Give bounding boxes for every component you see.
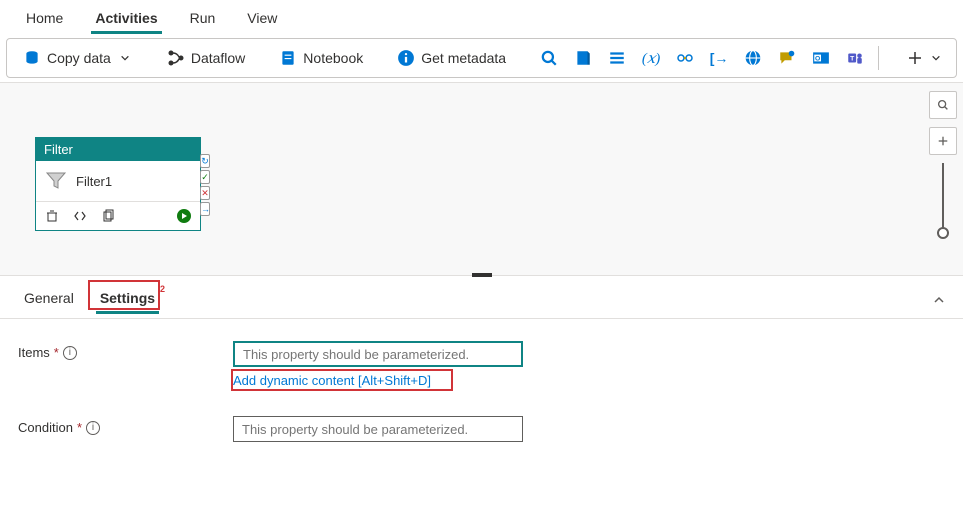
lookup-button[interactable] xyxy=(532,45,566,71)
function-icon xyxy=(676,49,694,67)
collapse-panel-button[interactable] xyxy=(931,292,947,308)
required-asterisk: * xyxy=(54,345,59,360)
required-asterisk: * xyxy=(77,420,82,435)
tab-activities[interactable]: Activities xyxy=(81,4,171,32)
dataflow-icon xyxy=(167,49,185,67)
get-metadata-button[interactable]: Get metadata xyxy=(389,45,514,71)
port-skip[interactable]: → xyxy=(200,202,210,216)
add-dynamic-content-link[interactable]: Add dynamic content [Alt+Shift+D] xyxy=(233,373,523,388)
bracket-icon: [→ xyxy=(710,49,728,67)
info-icon[interactable]: i xyxy=(86,421,100,435)
search-icon xyxy=(540,49,558,67)
node-output-ports: ↻ ✓ ✕ → xyxy=(200,154,210,216)
kql-button[interactable]: [→ xyxy=(702,45,736,71)
globe-icon xyxy=(744,49,762,67)
copy-data-label: Copy data xyxy=(47,50,111,66)
tab-general[interactable]: General xyxy=(16,286,82,314)
web-button[interactable] xyxy=(736,45,770,71)
tab-view[interactable]: View xyxy=(233,4,291,32)
tab-run[interactable]: Run xyxy=(176,4,230,32)
notebook-button[interactable]: Notebook xyxy=(271,45,371,71)
variable-button[interactable]: (𝑥) xyxy=(634,45,668,71)
filter-icon xyxy=(44,169,68,193)
delete-icon[interactable] xyxy=(44,208,60,224)
outlook-button[interactable]: O xyxy=(804,45,838,71)
dataflow-button[interactable]: Dataflow xyxy=(159,45,253,71)
condition-input[interactable] xyxy=(233,416,523,442)
functions-button[interactable] xyxy=(668,45,702,71)
dataflow-label: Dataflow xyxy=(191,50,245,66)
script-icon xyxy=(574,49,592,67)
zoom-in-button[interactable] xyxy=(929,127,957,155)
pipeline-canvas[interactable]: Filter Filter1 ↻ ✓ ✕ → xyxy=(0,82,963,276)
notebook-icon xyxy=(279,49,297,67)
stored-proc-button[interactable] xyxy=(600,45,634,71)
zoom-handle[interactable] xyxy=(937,227,949,239)
condition-label: Condition * i xyxy=(18,416,233,435)
node-type-label: Filter xyxy=(36,138,200,161)
notebook-label: Notebook xyxy=(303,50,363,66)
get-metadata-label: Get metadata xyxy=(421,50,506,66)
svg-text:O: O xyxy=(815,55,820,62)
database-icon xyxy=(23,49,41,67)
chevron-down-icon xyxy=(117,50,133,66)
canvas-controls xyxy=(929,91,957,233)
port-failure[interactable]: ✕ xyxy=(200,186,210,200)
chat-icon xyxy=(778,49,796,67)
main-tabs: Home Activities Run View xyxy=(0,0,963,36)
settings-panel: Items * i Add dynamic content [Alt+Shift… xyxy=(0,318,963,492)
script-button[interactable] xyxy=(566,45,600,71)
add-activity-button[interactable] xyxy=(902,45,948,71)
config-tabs: General Settings 2 xyxy=(0,276,963,314)
items-input[interactable] xyxy=(233,341,523,367)
run-icon[interactable] xyxy=(176,208,192,224)
info-icon xyxy=(397,49,415,67)
list-icon xyxy=(608,49,626,67)
zoom-slider[interactable] xyxy=(942,163,944,233)
port-completion[interactable]: ↻ xyxy=(200,154,210,168)
code-icon[interactable] xyxy=(72,208,88,224)
semantic-button[interactable] xyxy=(770,45,804,71)
outlook-icon: O xyxy=(812,49,830,67)
tab-settings-label: Settings xyxy=(100,290,155,306)
variable-icon: (𝑥) xyxy=(642,49,660,67)
teams-icon: T xyxy=(846,49,864,67)
filter-activity-node[interactable]: Filter Filter1 ↻ ✓ ✕ → xyxy=(35,137,201,231)
tab-home[interactable]: Home xyxy=(12,4,77,32)
tab-settings[interactable]: Settings 2 xyxy=(92,286,163,314)
settings-error-count: 2 xyxy=(160,284,165,294)
items-label: Items * i xyxy=(18,341,233,360)
teams-button[interactable]: T xyxy=(838,45,872,71)
info-icon[interactable]: i xyxy=(63,346,77,360)
plus-icon xyxy=(906,49,924,67)
port-success[interactable]: ✓ xyxy=(200,170,210,184)
copy-icon[interactable] xyxy=(100,208,116,224)
toolbar-divider xyxy=(878,46,879,70)
node-name-label: Filter1 xyxy=(76,174,112,189)
chevron-down-icon xyxy=(928,50,944,66)
copy-data-button[interactable]: Copy data xyxy=(15,45,141,71)
activities-toolbar: Copy data Dataflow Notebook Get metadata xyxy=(6,38,957,78)
canvas-search-button[interactable] xyxy=(929,91,957,119)
